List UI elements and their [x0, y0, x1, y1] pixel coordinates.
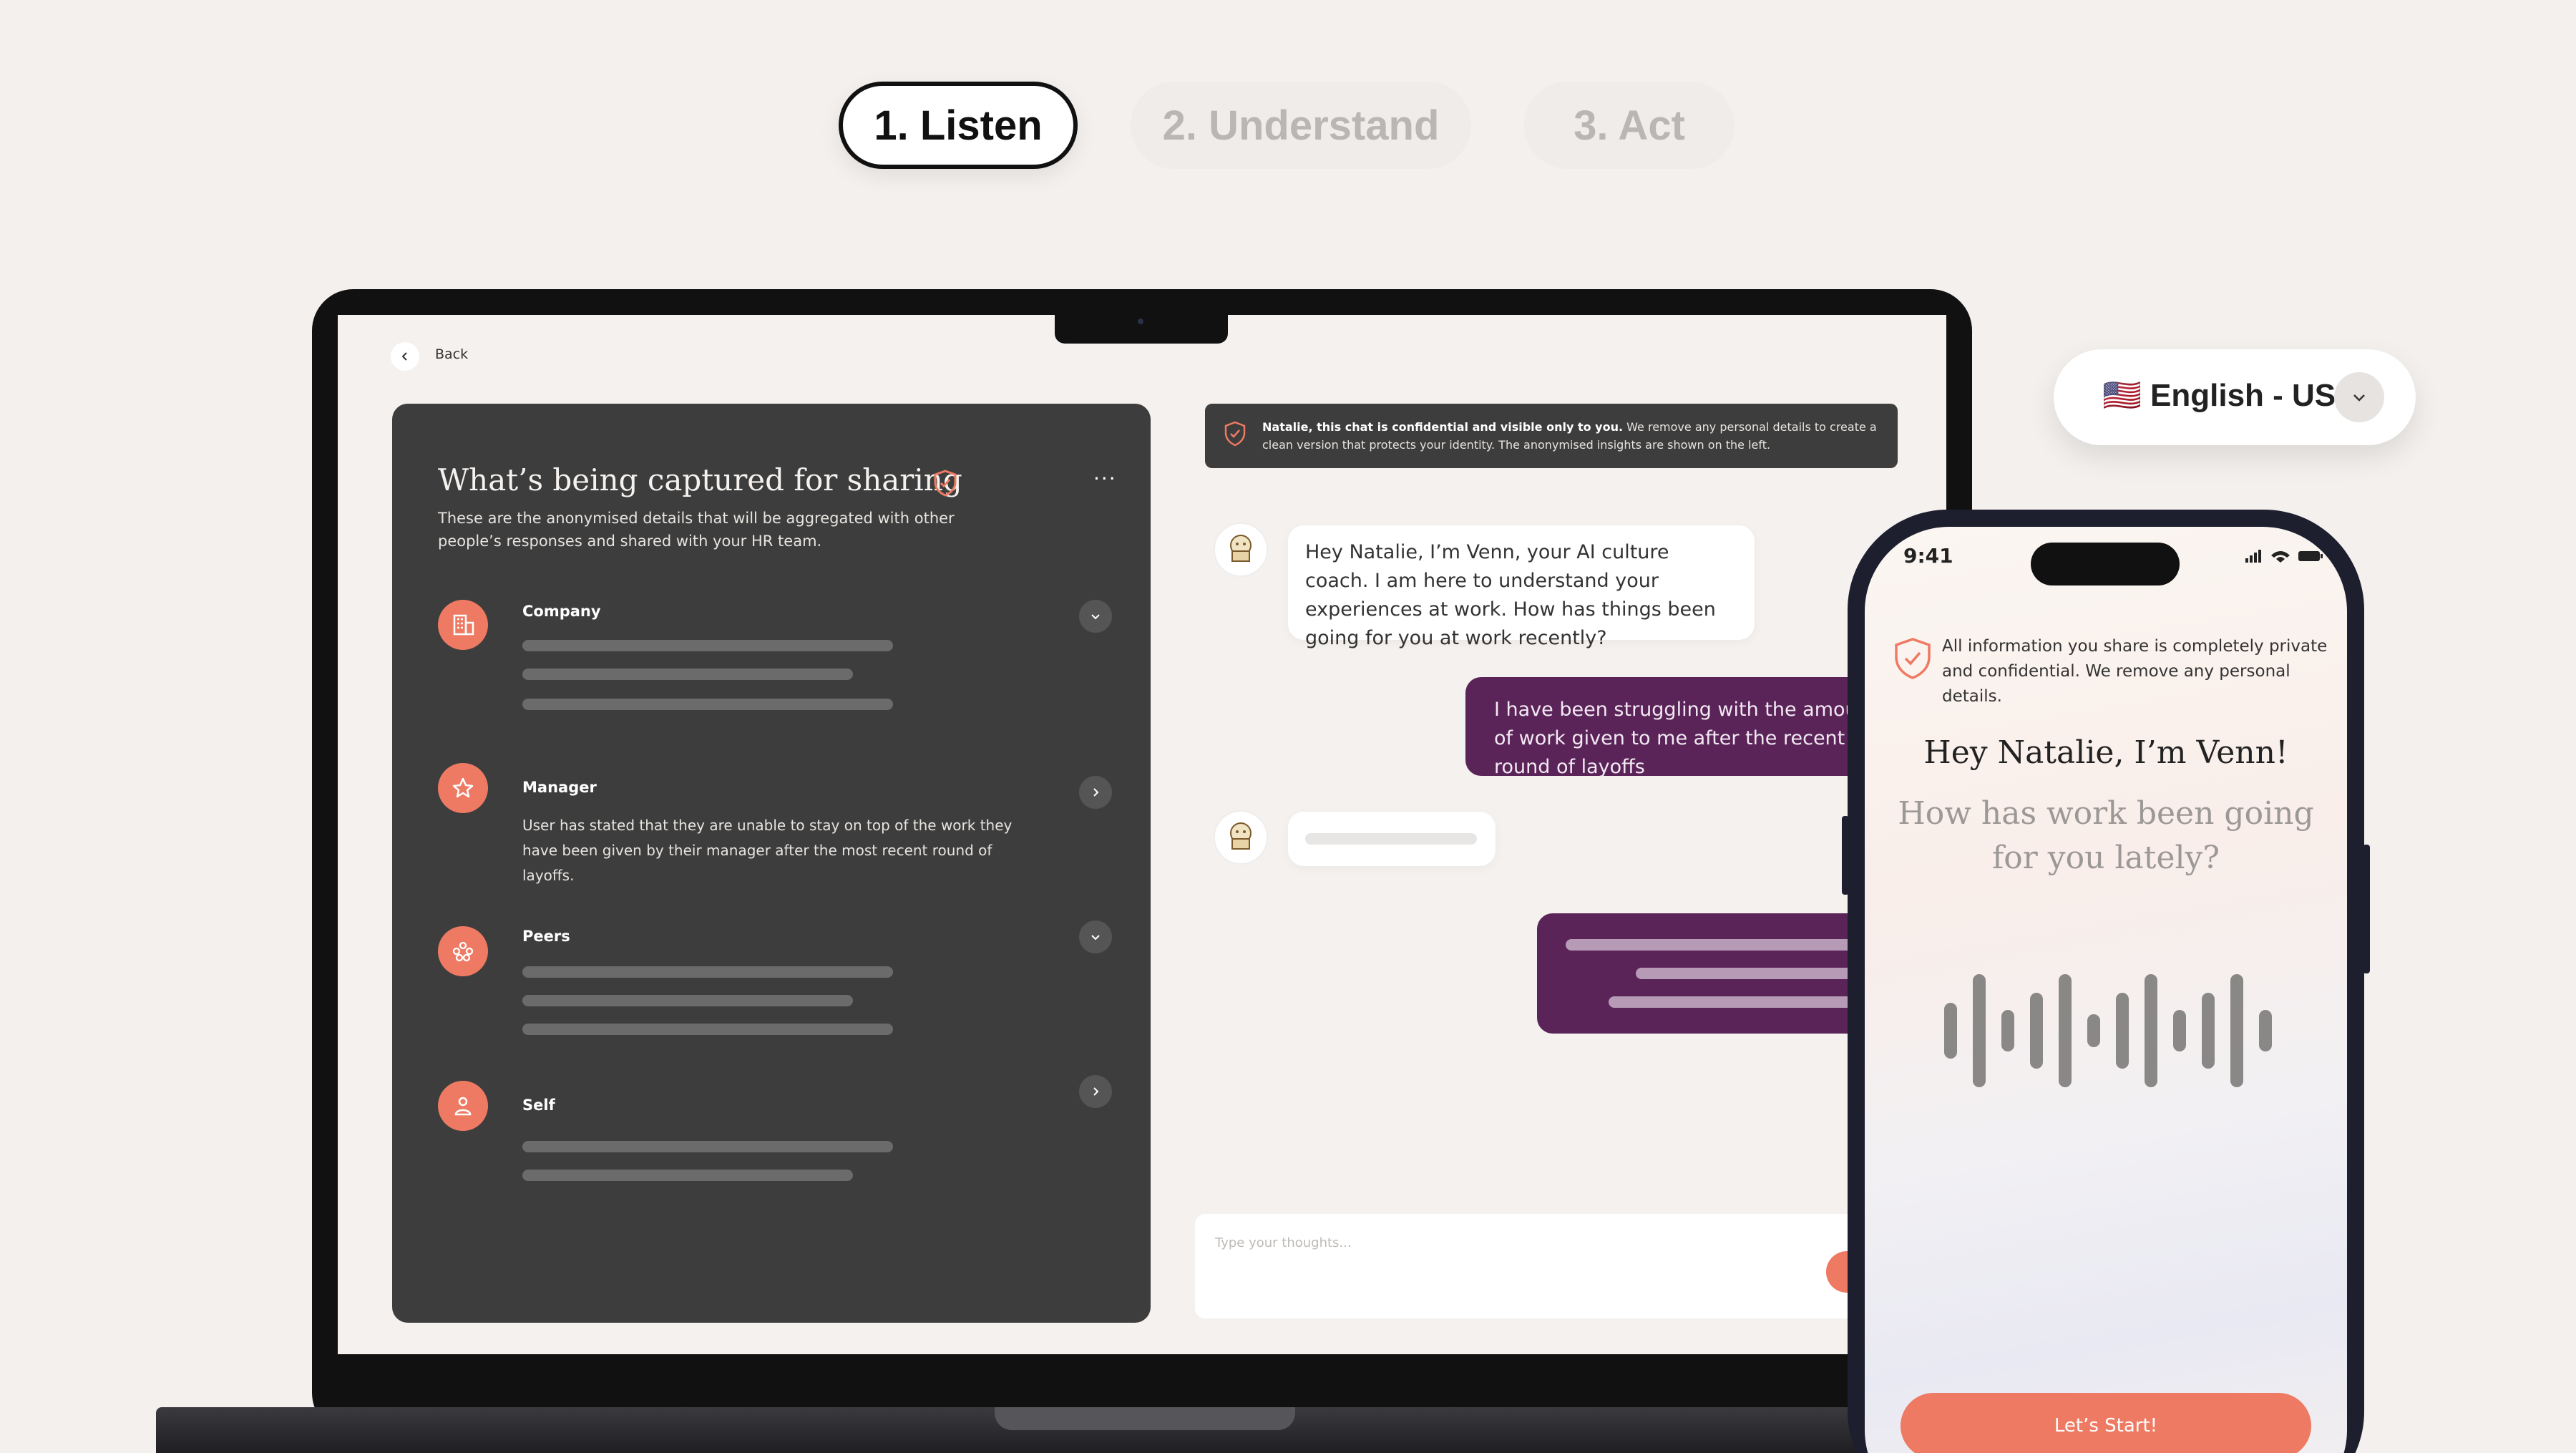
laptop-notch — [1055, 312, 1228, 344]
question-text: How has work been going for you lately? — [1898, 795, 2314, 876]
venn-avatar — [1214, 523, 1268, 577]
chat-input[interactable]: Type your thoughts... — [1195, 1214, 1911, 1318]
category-label-self: Self — [522, 1097, 555, 1114]
category-label-manager: Manager — [522, 779, 597, 796]
chat-input-placeholder: Type your thoughts... — [1215, 1235, 1352, 1250]
back-button[interactable] — [391, 342, 419, 371]
person-icon — [438, 1081, 488, 1131]
phone-time: 9:41 — [1903, 544, 1953, 568]
us-flag-icon: 🇺🇸 — [2102, 378, 2142, 413]
user-message-line: I have been struggling with the amount o… — [1494, 699, 1878, 776]
placeholder-line — [1566, 939, 1895, 951]
expand-company-button[interactable] — [1079, 600, 1112, 633]
placeholder-line — [522, 1024, 893, 1035]
placeholder-line — [522, 1141, 893, 1152]
status-icons — [2245, 550, 2323, 563]
building-icon — [438, 600, 488, 650]
category-label-company: Company — [522, 603, 601, 620]
privacy-note: All information you share is completely … — [1942, 637, 2328, 706]
language-dropdown-button[interactable] — [2334, 372, 2384, 422]
language-label: 🇺🇸 English - US — [2102, 378, 2336, 413]
placeholder-line — [522, 1170, 853, 1181]
dynamic-island — [2031, 543, 2180, 585]
venn-logo-icon — [1230, 535, 1252, 562]
chevron-down-icon — [1091, 614, 1100, 620]
expand-peers-button[interactable] — [1079, 920, 1112, 953]
lets-start-button[interactable]: Let’s Start! — [1901, 1393, 2311, 1453]
user-message: I have been struggling with the amount o… — [1465, 677, 1909, 776]
confidentiality-banner: Natalie, this chat is confidential and v… — [1205, 404, 1898, 468]
greeting-title: Hey Natalie, I’m Venn! — [1923, 734, 2288, 771]
chevron-right-icon — [1093, 1087, 1099, 1096]
placeholder-line — [522, 966, 893, 978]
category-label-peers: Peers — [522, 928, 570, 945]
star-icon — [438, 763, 488, 813]
venn-avatar — [1214, 810, 1268, 865]
shield-check-icon — [934, 470, 957, 497]
expand-manager-button[interactable] — [1079, 776, 1112, 809]
laptop-camera — [1138, 319, 1143, 324]
phone-screen: 9:41 All information you share is comple… — [1865, 527, 2347, 1453]
manager-summary: User has stated that they are unable to … — [522, 817, 1013, 884]
venn-logo-icon — [1230, 822, 1252, 850]
chevron-right-icon — [1093, 788, 1099, 797]
language-selector[interactable]: 🇺🇸 English - US — [2054, 349, 2416, 445]
step-understand-tab[interactable]: 2. Understand — [1131, 82, 1471, 169]
panel-subtitle: These are the anonymised details that wi… — [438, 510, 955, 550]
voice-waveform-icon — [1944, 974, 2272, 1087]
placeholder-line — [522, 699, 893, 710]
placeholder-line — [522, 640, 893, 651]
step-act-tab[interactable]: 3. Act — [1524, 82, 1735, 169]
ai-message: Hey Natalie, I’m Venn, your AI culture c… — [1288, 525, 1755, 649]
ai-typing-bubble — [1288, 812, 1496, 866]
step-listen-tab[interactable]: 1. Listen — [839, 82, 1078, 169]
chevron-down-icon — [2353, 394, 2365, 402]
chevron-down-icon — [1091, 935, 1100, 941]
chevron-left-icon — [401, 352, 407, 361]
placeholder-line — [522, 995, 853, 1006]
banner-text: Natalie, this chat is confidential and v… — [1262, 420, 1877, 452]
shield-check-icon — [1895, 638, 1931, 679]
expand-self-button[interactable] — [1079, 1075, 1112, 1108]
placeholder-line — [522, 669, 853, 680]
panel-title: What’s being captured for sharing — [438, 462, 962, 497]
more-options-button[interactable]: ... — [1093, 461, 1117, 485]
shield-check-icon — [1224, 421, 1246, 447]
back-label[interactable]: Back — [435, 346, 468, 362]
captured-panel: What’s being captured for sharing ... Th… — [392, 404, 1151, 1323]
group-icon — [438, 926, 488, 976]
placeholder-line — [1305, 833, 1477, 845]
laptop-lip — [995, 1407, 1295, 1430]
